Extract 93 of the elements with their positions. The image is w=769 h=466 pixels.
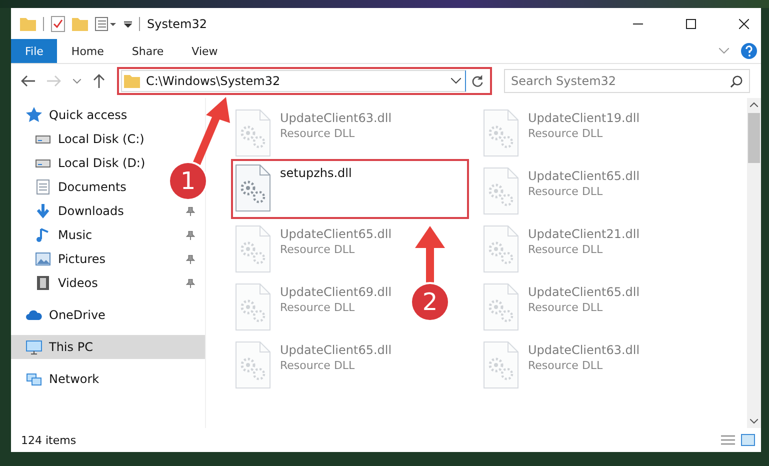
ribbon-tab[interactable]: View [178,39,232,63]
file-name: UpdateClient65.dll [280,343,392,357]
pin-icon[interactable] [186,254,195,264]
help-icon[interactable] [741,43,757,59]
file-name: UpdateClient63.dll [528,343,640,357]
pin-icon[interactable] [186,230,195,240]
file-type: Resource DLL [280,359,356,372]
file-type: Resource DLL [528,243,604,256]
file-item[interactable]: UpdateClient65.dll Resource DLL [231,220,396,278]
file-type: Resource DLL [528,185,604,198]
file-name: UpdateClient63.dll [280,111,392,125]
sidebar-item[interactable]: Music [11,223,205,247]
scrollbar[interactable] [747,98,761,428]
file-name: UpdateClient65.dll [280,227,392,241]
recent-dropdown-icon[interactable] [73,78,81,84]
sidebar-item[interactable]: Local Disk (D:) [11,151,156,175]
sidebar-item[interactable]: Documents [11,175,136,199]
file-item[interactable]: UpdateClient63.dll Resource DLL [231,104,396,162]
file-name: UpdateClient69.dll [280,285,392,299]
file-item[interactable]: UpdateClient19.dll Resource DLL [479,104,644,162]
videos-icon [35,275,51,291]
sidebar-item[interactable]: This PC [11,335,205,359]
sidebar-item[interactable]: Quick access [11,103,138,127]
gear-file-icon [483,283,519,331]
file-name: UpdateClient65.dll [528,285,640,299]
maximize-icon[interactable] [686,18,696,28]
gear-file-icon [483,167,519,215]
file-item[interactable]: UpdateClient65.dll Resource DLL [479,278,644,336]
window-title: System32 [147,16,208,30]
gear-file-icon [235,225,271,273]
file-item[interactable]: UpdateClient21.dll Resource DLL [479,220,644,278]
pin-icon[interactable] [186,278,195,288]
sidebar-item[interactable]: OneDrive [11,303,116,327]
file-name: UpdateClient21.dll [528,227,640,241]
downloads-icon [35,203,51,219]
music-icon [35,227,51,243]
ribbon-tab[interactable]: Home [57,39,118,63]
gear-file-icon [483,341,519,389]
scrollbar-thumb[interactable] [748,113,760,163]
properties-icon[interactable] [51,16,65,32]
file-name: setupzhs.dll [280,166,352,180]
documents-icon [35,179,51,195]
large-icons-view-icon[interactable] [741,434,755,446]
ribbon-tab[interactable]: Share [118,39,178,63]
chevron-down-icon[interactable] [451,78,461,84]
file-item[interactable]: UpdateClient63.dll Resource DLL [479,336,644,394]
star-icon [26,107,42,123]
address-field[interactable]: C:\Windows\System32 [121,70,466,92]
close-icon[interactable] [739,18,749,28]
file-type: Resource DLL [528,359,604,372]
search-icon [730,74,743,88]
gear-file-icon [235,109,271,157]
file-name: UpdateClient65.dll [528,169,640,183]
dropdown-icon[interactable] [124,20,132,28]
search-field[interactable]: Search System32 [504,69,750,93]
step-number-badge: 2 [412,284,448,320]
gear-file-icon [235,283,271,331]
file-item[interactable]: UpdateClient69.dll Resource DLL [231,278,396,336]
sidebar-item[interactable]: Downloads [11,199,205,223]
file-name: UpdateClient19.dll [528,111,640,125]
sidebar-item[interactable]: Local Disk (C:) [11,127,154,151]
sidebar-item[interactable]: Network [11,367,110,391]
gear-file-icon [483,225,519,273]
pictures-icon [35,251,51,267]
sidebar-item[interactable]: Videos [11,271,205,295]
gear-file-icon [235,341,271,389]
view-options-icon[interactable] [95,16,117,30]
file-item[interactable]: UpdateClient65.dll Resource DLL [479,162,644,220]
pc-icon [26,339,42,355]
step-number-badge: 1 [170,163,206,199]
gear-file-icon [483,109,519,157]
back-arrow-icon[interactable] [21,75,35,87]
gear-file-icon [235,164,271,212]
file-type: Resource DLL [280,243,356,256]
scroll-up-icon[interactable] [750,102,758,107]
ribbon-tab[interactable]: File [11,39,58,63]
pin-icon[interactable] [186,206,195,216]
file-type: Resource DLL [280,127,356,140]
callout-arrow [190,97,230,165]
file-item[interactable]: UpdateClient65.dll Resource DLL [231,336,396,394]
file-item[interactable]: setupzhs.dll [231,159,469,219]
up-arrow-icon[interactable] [93,74,105,88]
file-type: Resource DLL [528,301,604,314]
sidebar-item[interactable]: Pictures [11,247,205,271]
file-type: Resource DLL [280,301,356,314]
refresh-icon[interactable] [471,74,484,88]
item-count: 124 items [21,434,76,446]
callout-arrow [415,226,445,284]
scroll-down-icon[interactable] [750,419,758,424]
folder-icon [124,74,140,88]
file-type: Resource DLL [528,127,604,140]
network-icon [26,371,42,387]
details-view-icon[interactable] [721,434,735,446]
